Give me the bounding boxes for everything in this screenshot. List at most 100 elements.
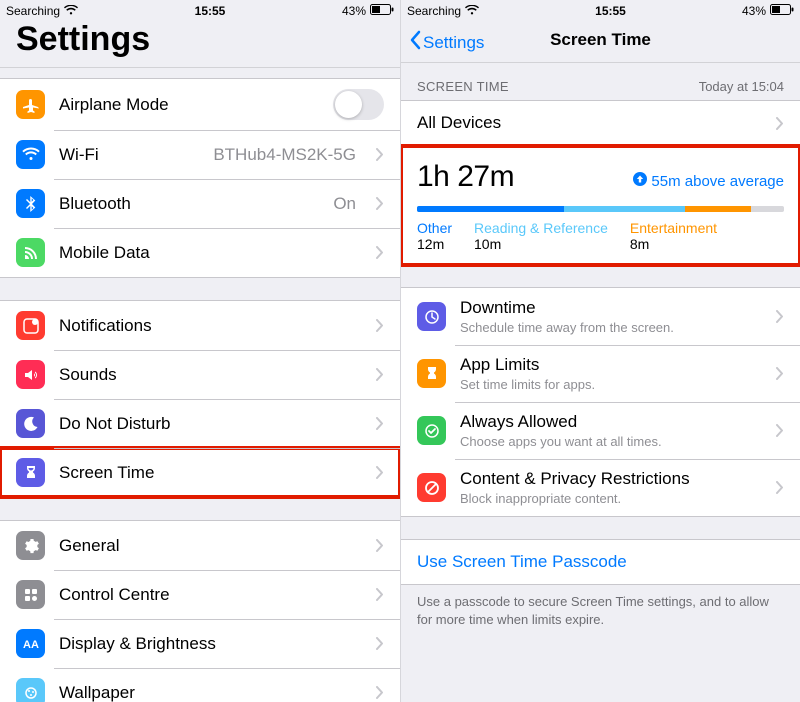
row-detail: On xyxy=(333,194,356,214)
section-header-timestamp: Today at 15:04 xyxy=(699,79,784,94)
use-passcode-row[interactable]: Use Screen Time Passcode xyxy=(401,540,800,584)
applimits-icon xyxy=(417,359,446,388)
wifi-icon xyxy=(64,4,78,18)
airplane-row[interactable]: Airplane Mode xyxy=(0,79,400,130)
navbar: Settings Screen Time xyxy=(401,20,800,63)
row-subtitle: Schedule time away from the screen. xyxy=(460,320,762,335)
sounds-row[interactable]: Sounds xyxy=(0,350,400,399)
chevron-right-icon xyxy=(376,417,384,430)
section-header-title: SCREEN TIME xyxy=(417,79,509,94)
notifications-row[interactable]: Notifications xyxy=(0,301,400,350)
mobiledata-row[interactable]: Mobile Data xyxy=(0,228,400,277)
row-subtitle: Set time limits for apps. xyxy=(460,377,762,392)
chevron-right-icon xyxy=(776,424,784,437)
battery-text: 43% xyxy=(342,4,366,18)
clock-text: 15:55 xyxy=(195,4,226,18)
section-header: SCREEN TIME Today at 15:04 xyxy=(401,73,800,100)
chevron-right-icon xyxy=(376,319,384,332)
restrictions-icon xyxy=(417,473,446,502)
chevron-right-icon xyxy=(376,466,384,479)
always-icon xyxy=(417,416,446,445)
settings-screen: Searching 15:55 43% Settings Airplane Mo… xyxy=(0,0,400,702)
chevron-right-icon xyxy=(376,197,384,210)
row-subtitle: Block inappropriate content. xyxy=(460,491,762,506)
legend-name: Other xyxy=(417,220,452,236)
screentime-content[interactable]: SCREEN TIME Today at 15:04 All Devices 1… xyxy=(401,63,800,702)
row-label: Mobile Data xyxy=(59,243,362,263)
general-icon xyxy=(16,531,45,560)
arrow-up-icon xyxy=(633,172,647,190)
chevron-right-icon xyxy=(776,481,784,494)
chevron-right-icon xyxy=(376,368,384,381)
chevron-left-icon xyxy=(409,30,421,55)
row-label: Wi-Fi xyxy=(59,145,199,165)
chevron-right-icon xyxy=(376,539,384,552)
airplane-icon xyxy=(16,90,45,119)
chevron-right-icon xyxy=(776,117,784,130)
row-detail: BTHub4-MS2K-5G xyxy=(213,145,356,165)
clock-text: 15:55 xyxy=(595,4,626,18)
all-devices-label: All Devices xyxy=(417,113,762,133)
screentime-icon xyxy=(16,458,45,487)
wifi-icon xyxy=(16,140,45,169)
controlcentre-icon xyxy=(16,580,45,609)
dnd-icon xyxy=(16,409,45,438)
settings-list[interactable]: Airplane Mode Wi-Fi BTHub4-MS2K-5G Bluetoot… xyxy=(0,68,400,702)
chevron-right-icon xyxy=(376,637,384,650)
legend-item: Other12m xyxy=(417,220,452,252)
all-devices-row[interactable]: All Devices xyxy=(401,101,800,145)
row-label: Always Allowed xyxy=(460,412,762,432)
legend-value: 8m xyxy=(630,236,717,252)
row-subtitle: Choose apps you want at all times. xyxy=(460,434,762,449)
toggle-switch[interactable] xyxy=(333,89,384,120)
display-row[interactable]: AADisplay & Brightness xyxy=(0,619,400,668)
wallpaper-icon xyxy=(16,678,45,702)
bluetooth-icon xyxy=(16,189,45,218)
use-passcode-label: Use Screen Time Passcode xyxy=(417,552,784,572)
chevron-right-icon xyxy=(776,310,784,323)
row-label: Bluetooth xyxy=(59,194,319,214)
chevron-right-icon xyxy=(776,367,784,380)
total-time: 1h 27m xyxy=(417,160,514,194)
carrier-text: Searching xyxy=(407,4,461,18)
row-label: Downtime xyxy=(460,298,762,318)
row-label: Screen Time xyxy=(59,463,362,483)
downtime-icon xyxy=(417,302,446,331)
chevron-right-icon xyxy=(376,246,384,259)
controlcentre-row[interactable]: Control Centre xyxy=(0,570,400,619)
downtime-row[interactable]: Downtime Schedule time away from the scre… xyxy=(401,288,800,345)
row-label: Control Centre xyxy=(59,585,362,605)
usage-summary-card[interactable]: 1h 27m 55m above average Other12mReading… xyxy=(401,146,800,265)
wifi-row[interactable]: Wi-Fi BTHub4-MS2K-5G xyxy=(0,130,400,179)
chevron-right-icon xyxy=(376,686,384,699)
page-title: Screen Time xyxy=(550,30,651,49)
row-label: Do Not Disturb xyxy=(59,414,362,434)
row-label: Sounds xyxy=(59,365,362,385)
always-row[interactable]: Always Allowed Choose apps you want at al… xyxy=(401,402,800,459)
carrier-text: Searching xyxy=(6,4,60,18)
legend-name: Entertainment xyxy=(630,220,717,236)
sounds-icon xyxy=(16,360,45,389)
svg-text:AA: AA xyxy=(23,639,39,651)
chevron-right-icon xyxy=(376,148,384,161)
legend-item: Entertainment8m xyxy=(630,220,717,252)
wifi-icon xyxy=(465,4,479,18)
battery-icon xyxy=(370,4,394,18)
row-label: Notifications xyxy=(59,316,362,336)
wallpaper-row[interactable]: Wallpaper xyxy=(0,668,400,702)
notifications-icon xyxy=(16,311,45,340)
battery-icon xyxy=(770,4,794,18)
status-bar: Searching 15:55 43% xyxy=(0,0,400,20)
screentime-row[interactable]: Screen Time xyxy=(0,448,400,497)
display-icon: AA xyxy=(16,629,45,658)
back-label: Settings xyxy=(423,33,484,53)
back-button[interactable]: Settings xyxy=(409,30,484,55)
applimits-row[interactable]: App LimitsSet time limits for apps. xyxy=(401,345,800,402)
mobiledata-icon xyxy=(16,238,45,267)
bluetooth-row[interactable]: Bluetooth On xyxy=(0,179,400,228)
bar-segment xyxy=(685,206,751,212)
restrictions-row[interactable]: Content & Privacy RestrictionsBlock inap… xyxy=(401,459,800,516)
page-title: Settings xyxy=(0,20,400,68)
general-row[interactable]: General xyxy=(0,521,400,570)
dnd-row[interactable]: Do Not Disturb xyxy=(0,399,400,448)
